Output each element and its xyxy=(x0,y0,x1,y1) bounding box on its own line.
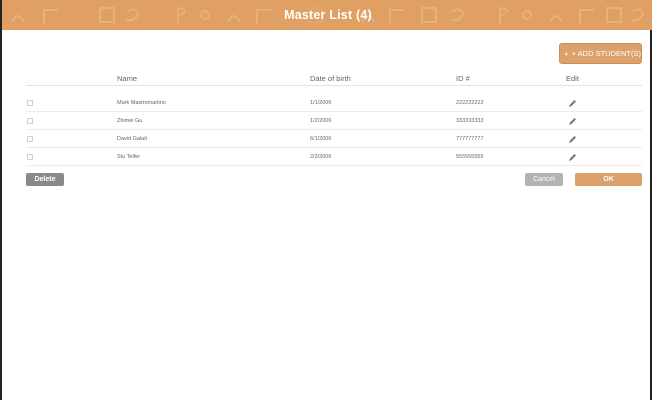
table-row[interactable]: Mark Mastromartino 1/1/2006 222222222 xyxy=(26,94,642,112)
column-header-name: Name xyxy=(117,74,138,83)
student-id: 555555555 xyxy=(456,154,484,160)
pencil-icon[interactable] xyxy=(568,99,577,108)
column-header-edit: Edit xyxy=(566,74,579,83)
row-checkbox[interactable] xyxy=(27,136,33,142)
row-checkbox[interactable] xyxy=(27,118,33,124)
pencil-icon[interactable] xyxy=(568,117,577,126)
student-name: Zhimei Gu xyxy=(117,118,143,124)
student-dob: 6/1/2006 xyxy=(310,136,332,142)
student-dob: 1/1/2006 xyxy=(310,100,332,106)
title-bar: Master List (4) xyxy=(2,0,652,30)
student-dob: 2/2/2006 xyxy=(310,154,332,160)
ok-button[interactable]: OK xyxy=(575,173,642,186)
student-name: David Galati xyxy=(117,136,147,142)
column-header-dob: Date of birth xyxy=(310,74,351,83)
student-name: Mark Mastromartino xyxy=(117,100,166,106)
user-icon xyxy=(565,52,568,56)
table-row[interactable]: Zhimei Gu 1/2/2006 333333333 xyxy=(26,112,642,130)
master-list-window: Master List (4) + ADD STUDENT(S) Name Da… xyxy=(0,0,652,400)
student-dob: 1/2/2006 xyxy=(310,118,332,124)
add-students-button[interactable]: + ADD STUDENT(S) xyxy=(559,43,642,64)
row-checkbox[interactable] xyxy=(27,154,33,160)
table-row[interactable]: Stu Telfer 2/2/2006 555555555 xyxy=(26,148,642,166)
delete-button[interactable]: Delete xyxy=(26,173,64,186)
cancel-button[interactable]: Cancel xyxy=(525,173,563,186)
table-row[interactable]: David Galati 6/1/2006 777777777 xyxy=(26,130,642,148)
pencil-icon[interactable] xyxy=(568,135,577,144)
column-header-id: ID # xyxy=(456,74,470,83)
student-id: 333333333 xyxy=(456,118,484,124)
add-students-label: + ADD STUDENT(S) xyxy=(571,49,641,58)
table-header: Name Date of birth ID # Edit xyxy=(26,70,642,86)
row-checkbox[interactable] xyxy=(27,100,33,106)
student-id: 777777777 xyxy=(456,136,484,142)
student-id: 222222222 xyxy=(456,100,484,106)
student-name: Stu Telfer xyxy=(117,154,141,160)
window-title: Master List (4) xyxy=(284,8,372,22)
pencil-icon[interactable] xyxy=(568,153,577,162)
